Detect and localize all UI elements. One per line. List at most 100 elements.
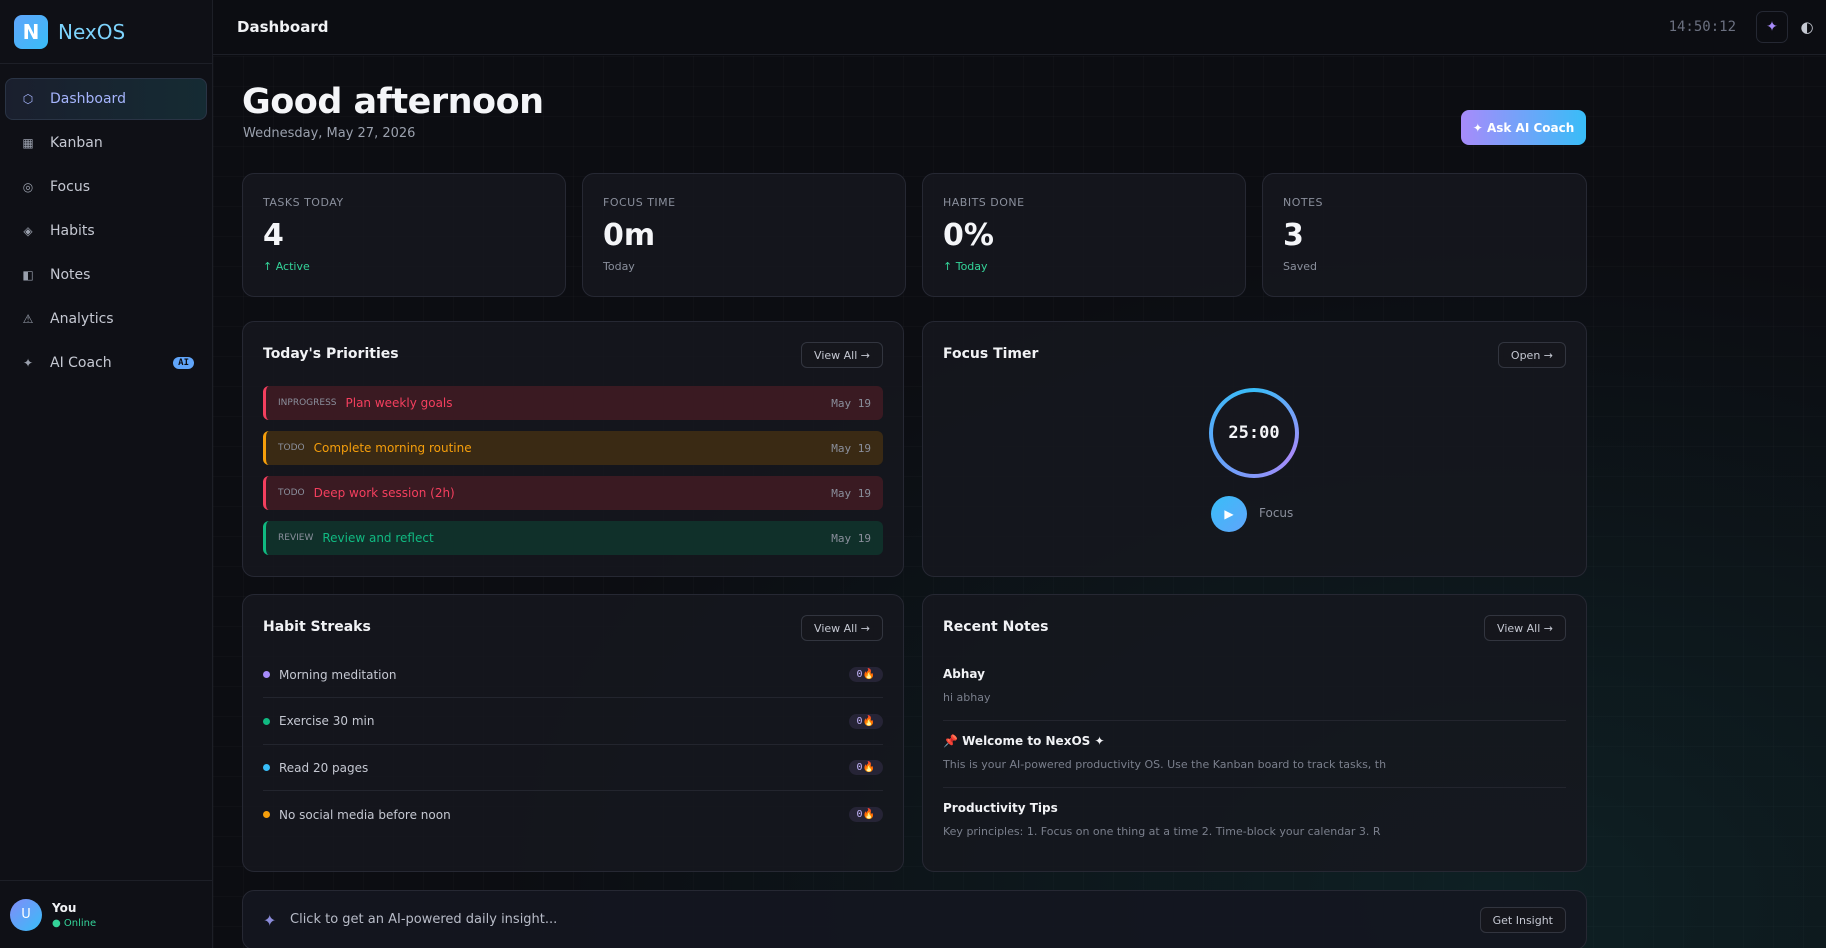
get-insight-button[interactable]: Get Insight bbox=[1479, 907, 1566, 933]
play-icon: ▶ bbox=[1224, 507, 1234, 521]
note-item[interactable]: Abhay hi abhay bbox=[943, 655, 1566, 721]
note-preview: This is your AI-powered productivity OS.… bbox=[943, 758, 1387, 771]
sparkle-icon: ✦ bbox=[263, 911, 277, 930]
sidebar: N NexOS ⬡ Dashboard ▦ Kanban ◎ Focus ◈ Habits ◧ N… bbox=[0, 0, 213, 948]
priority-status: INPROGRESS bbox=[278, 398, 337, 408]
ai-insight-bar[interactable]: ✦ Click to get an AI-powered daily insig… bbox=[242, 890, 1587, 948]
priorities-title: Today's Priorities bbox=[263, 346, 399, 362]
sparkle-icon: ✦ bbox=[22, 356, 34, 370]
ai-badge: AI bbox=[173, 357, 194, 369]
sidebar-item-focus[interactable]: ◎ Focus bbox=[5, 166, 207, 208]
note-title: Productivity Tips bbox=[943, 801, 1058, 815]
stat-label: TASKS TODAY bbox=[263, 196, 344, 209]
priority-status: TODO bbox=[278, 443, 305, 453]
note-item[interactable]: 📌 Welcome to NexOS ✦ This is your AI-powe… bbox=[943, 722, 1566, 788]
sidebar-item-label: Dashboard bbox=[50, 91, 126, 107]
note-item[interactable]: Productivity Tips Key principles: 1. Focu… bbox=[943, 789, 1566, 855]
stat-subtext: Saved bbox=[1283, 260, 1317, 273]
priority-item[interactable]: TODO Complete morning routine May 19 bbox=[263, 431, 883, 465]
sidebar-item-label: AI Coach bbox=[50, 355, 112, 371]
brand-name: NexOS bbox=[58, 19, 126, 44]
habit-row[interactable]: No social media before noon 0🔥 bbox=[263, 792, 883, 838]
sidebar-item-notes[interactable]: ◧ Notes bbox=[5, 254, 207, 296]
focus-timer-title: Focus Timer bbox=[943, 346, 1039, 362]
streak-badge: 0🔥 bbox=[848, 807, 883, 822]
stat-label: HABITS DONE bbox=[943, 196, 1025, 209]
habit-row[interactable]: Exercise 30 min 0🔥 bbox=[263, 699, 883, 745]
habit-dot bbox=[263, 717, 270, 725]
habit-name: Morning meditation bbox=[279, 667, 397, 682]
streak-badge: 0🔥 bbox=[848, 667, 883, 682]
priority-item[interactable]: TODO Deep work session (2h) May 19 bbox=[263, 476, 883, 510]
sidebar-item-label: Notes bbox=[50, 267, 91, 283]
page-title: Dashboard bbox=[237, 18, 329, 36]
brand[interactable]: N NexOS bbox=[0, 0, 212, 64]
priority-name: Review and reflect bbox=[322, 531, 434, 545]
habit-streaks-title: Habit Streaks bbox=[263, 619, 371, 635]
avatar: U bbox=[10, 898, 42, 931]
stat-value: 4 bbox=[263, 218, 284, 253]
note-title: Abhay bbox=[943, 667, 985, 681]
habit-name: No social media before noon bbox=[279, 807, 451, 822]
ai-sparkle-button[interactable]: ✦ bbox=[1756, 11, 1788, 43]
stat-value: 3 bbox=[1283, 218, 1304, 253]
priority-item[interactable]: INPROGRESS Plan weekly goals May 19 bbox=[263, 386, 883, 420]
priority-status: TODO bbox=[278, 488, 305, 498]
stat-label: NOTES bbox=[1283, 196, 1324, 209]
topbar: Dashboard 14:50:12 ✦ ◐ bbox=[213, 0, 1826, 55]
habits-icon: ◈ bbox=[23, 224, 33, 238]
sidebar-item-kanban[interactable]: ▦ Kanban bbox=[5, 122, 207, 164]
priority-date: May 19 bbox=[831, 531, 871, 545]
timer-display: 25:00 bbox=[1213, 392, 1295, 474]
sidebar-item-ai-coach[interactable]: ✦ AI Coach AI bbox=[5, 342, 207, 384]
timer-ring: 25:00 bbox=[1209, 388, 1299, 478]
current-date: Wednesday, May 27, 2026 bbox=[243, 126, 416, 141]
habits-view-all-button[interactable]: View All → bbox=[801, 615, 883, 641]
habit-dot bbox=[263, 671, 270, 678]
stat-card-focus-time: FOCUS TIME 0m Today bbox=[582, 173, 906, 297]
focus-timer-card: Focus Timer Open → 25:00 ▶ Focus bbox=[922, 321, 1587, 577]
habit-row[interactable]: Morning meditation 0🔥 bbox=[263, 652, 883, 698]
sidebar-item-analytics[interactable]: ⚠ Analytics bbox=[5, 298, 207, 340]
stat-value: 0% bbox=[943, 218, 994, 253]
focus-timer-open-button[interactable]: Open → bbox=[1497, 342, 1566, 368]
notes-view-all-button[interactable]: View All → bbox=[1484, 615, 1566, 641]
recent-notes-title: Recent Notes bbox=[943, 619, 1049, 635]
sidebar-item-label: Habits bbox=[50, 223, 95, 239]
sidebar-item-label: Kanban bbox=[50, 135, 103, 151]
priorities-view-all-button[interactable]: View All → bbox=[801, 342, 883, 368]
sidebar-item-label: Focus bbox=[50, 179, 90, 195]
play-button[interactable]: ▶ bbox=[1211, 496, 1247, 532]
sidebar-item-habits[interactable]: ◈ Habits bbox=[5, 210, 207, 252]
recent-notes-card: Recent Notes View All → Abhay hi abhay 📌 W… bbox=[922, 594, 1587, 872]
user-status: ● Online bbox=[52, 917, 97, 929]
theme-toggle-icon[interactable]: ◐ bbox=[1792, 18, 1822, 36]
main-content: Good afternoon Wednesday, May 27, 2026 ✦… bbox=[213, 56, 1826, 948]
priority-date: May 19 bbox=[831, 396, 871, 410]
stat-subtext: ↑ Today bbox=[943, 260, 988, 273]
analytics-icon: ⚠ bbox=[22, 312, 34, 326]
ask-ai-coach-button[interactable]: ✦ Ask AI Coach bbox=[1461, 110, 1586, 145]
sidebar-item-dashboard[interactable]: ⬡ Dashboard bbox=[5, 78, 207, 120]
priority-name: Complete morning routine bbox=[313, 441, 472, 455]
priority-date: May 19 bbox=[831, 486, 871, 500]
stat-subtext: Today bbox=[603, 260, 635, 273]
streak-badge: 0🔥 bbox=[848, 713, 883, 729]
focus-icon: ◎ bbox=[22, 180, 34, 194]
habit-name: Exercise 30 min bbox=[279, 714, 375, 728]
stat-subtext: ↑ Active bbox=[263, 260, 310, 273]
sidebar-item-label: Analytics bbox=[50, 311, 114, 327]
user-name: You bbox=[52, 900, 77, 915]
timer-mode-label: Focus bbox=[1259, 506, 1294, 520]
note-preview: hi abhay bbox=[943, 691, 991, 704]
insight-prompt: Click to get an AI-powered daily insight… bbox=[290, 912, 558, 927]
stat-value: 0m bbox=[603, 218, 656, 253]
sidebar-nav: ⬡ Dashboard ▦ Kanban ◎ Focus ◈ Habits ◧ Notes ⚠ Ana… bbox=[0, 64, 212, 400]
stat-card-habits-done: HABITS DONE 0% ↑ Today bbox=[922, 173, 1246, 297]
habit-row[interactable]: Read 20 pages 0🔥 bbox=[263, 745, 883, 791]
hexagon-icon: ⬡ bbox=[22, 92, 34, 106]
user-profile[interactable]: U You ● Online bbox=[0, 880, 213, 948]
note-preview: Key principles: 1. Focus on one thing at… bbox=[943, 825, 1381, 838]
notes-icon: ◧ bbox=[22, 268, 34, 282]
priority-item[interactable]: REVIEW Review and reflect May 19 bbox=[263, 521, 883, 555]
